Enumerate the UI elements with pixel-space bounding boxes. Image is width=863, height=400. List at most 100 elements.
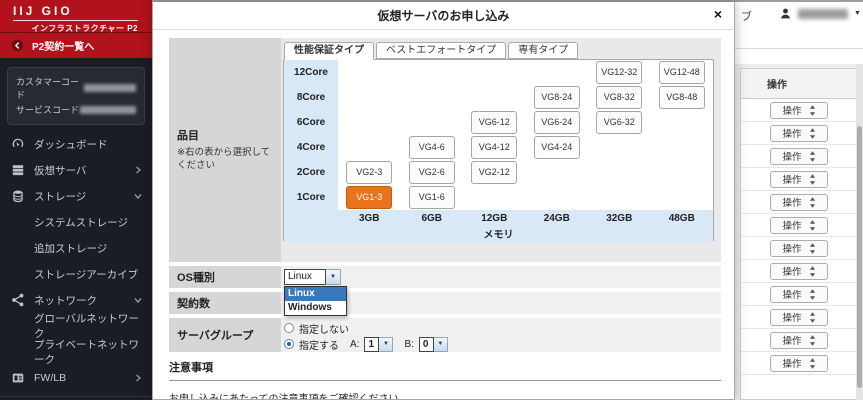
row-ops-button[interactable]: 操作	[770, 263, 828, 280]
chevron-right-icon	[134, 166, 142, 174]
sidebar-item-9[interactable]: FW/LB	[0, 365, 152, 391]
sidebar-item-0[interactable]: ダッシュボード	[0, 131, 152, 157]
server-group-label-cell: サーバグループ	[169, 318, 281, 352]
logo-subtitle: インフラストラクチャー P2	[13, 23, 138, 34]
contract-row-content	[281, 292, 721, 314]
plan-cell-vg1-3[interactable]: VG1-35,800円	[346, 186, 392, 209]
plan-cell-vg4-6[interactable]: VG4-618,100円	[409, 136, 455, 159]
notes-heading: 注意事項	[169, 359, 721, 381]
plan-cell-vg2-12[interactable]: VG2-1222,000円	[471, 161, 517, 184]
user-account-menu[interactable]: ▼	[779, 7, 861, 20]
row-ops-button[interactable]: 操作	[770, 148, 828, 165]
row-ops-button[interactable]: 操作	[770, 332, 828, 349]
plan-slot	[463, 85, 526, 110]
plan-type-tab-0[interactable]: 性能保証タイプ	[284, 42, 374, 60]
sidebar-item-8[interactable]: プライベートネットワーク	[0, 339, 152, 365]
chevron-right-icon	[134, 374, 142, 382]
group-a-value[interactable]: 1	[364, 337, 379, 352]
row-ops-button[interactable]: 操作	[770, 355, 828, 372]
os-dropdown-list: LinuxWindows	[284, 286, 347, 316]
page-scrollbar[interactable]	[856, 64, 863, 400]
plan-cell-vg12-48[interactable]: VG12-4868,000円	[659, 61, 705, 84]
plan-slot: VG8-2447,300円	[526, 85, 589, 110]
plan-cell-vg8-48[interactable]: VG8-4860,000円	[659, 86, 705, 109]
plan-cell-vg6-32[interactable]: VG6-3247,500円	[596, 111, 642, 134]
os-select[interactable]: Linux ▼ LinuxWindows	[284, 269, 341, 285]
radio-use-group[interactable]	[284, 339, 294, 349]
sort-updown-icon	[809, 358, 816, 369]
plan-cell-vg12-32[interactable]: VG12-3257,000円	[596, 61, 642, 84]
row-ops-button[interactable]: 操作	[770, 171, 828, 188]
plan-cell-vg8-24[interactable]: VG8-2447,300円	[534, 86, 580, 109]
plan-cell-vg2-6[interactable]: VG2-614,300円	[409, 161, 455, 184]
plan-slot: VG4-618,100円	[401, 135, 464, 160]
sidebar-item-label: ストレージアーカイブ	[34, 267, 138, 282]
memory-column-label: 48GB	[651, 213, 714, 224]
sidebar-item-1[interactable]: 仮想サーバ	[0, 157, 152, 183]
back-to-contract-list-link[interactable]: P2契約一覧へ	[0, 32, 152, 58]
row-ops-button[interactable]: 操作	[770, 102, 828, 119]
plan-slot: VG2-614,300円	[401, 160, 464, 185]
sidebar-item-7[interactable]: グローバルネットワーク	[0, 313, 152, 339]
plan-cell-vg1-6[interactable]: VG1-611,000円	[409, 186, 455, 209]
plan-type-tab-1[interactable]: ベストエフォートタイプ	[376, 42, 506, 59]
sidebar-item-label: システムストレージ	[34, 215, 128, 230]
row-ops-button[interactable]: 操作	[770, 286, 828, 303]
plan-slot	[338, 110, 401, 135]
memory-column-label: 24GB	[526, 213, 589, 224]
plan-slot: VG12-4868,000円	[651, 60, 714, 85]
os-select-value[interactable]: Linux	[284, 269, 326, 285]
logo-text: IIJ GIO	[13, 5, 138, 18]
user-icon	[779, 7, 792, 20]
group-b-value[interactable]: 0	[419, 337, 434, 352]
plan-slot: VG2-1222,000円	[463, 160, 526, 185]
scrollbar-thumb[interactable]	[857, 126, 862, 388]
item-note: ※右の表から選択してください	[177, 147, 273, 173]
sort-updown-icon	[809, 174, 816, 185]
os-option-windows[interactable]: Windows	[285, 301, 346, 315]
group-a-select[interactable]: 1 ▼	[364, 337, 393, 352]
plan-cell-vg4-12[interactable]: VG4-1225,800円	[471, 136, 517, 159]
sort-updown-icon	[809, 289, 816, 300]
caret-down-icon[interactable]: ▼	[434, 337, 448, 352]
plan-slot: VG6-2441,800円	[526, 110, 589, 135]
sidebar-item-3[interactable]: システムストレージ	[0, 209, 152, 235]
gauge-icon	[11, 137, 25, 151]
plan-cell-vg6-12[interactable]: VG6-1229,700円	[471, 111, 517, 134]
sidebar-item-5[interactable]: ストレージアーカイブ	[0, 261, 152, 287]
os-row: OS種別 Linux ▼ LinuxWindows	[169, 266, 721, 288]
plan-type-tab-2[interactable]: 専有タイプ	[508, 42, 578, 59]
radio-use-group-label: 指定する	[299, 337, 339, 352]
row-ops-button[interactable]: 操作	[770, 240, 828, 257]
os-option-linux[interactable]: Linux	[285, 287, 346, 301]
plan-slot: VG1-35,800円	[338, 185, 401, 210]
plan-cell-vg2-3[interactable]: VG2-38,500円	[346, 161, 392, 184]
plan-slot	[401, 85, 464, 110]
plan-cell-vg8-32[interactable]: VG8-3250,000円	[596, 86, 642, 109]
radio-no-group[interactable]	[284, 323, 294, 333]
plan-cell-vg6-24[interactable]: VG6-2441,800円	[534, 111, 580, 134]
group-b-select[interactable]: 0 ▼	[419, 337, 448, 352]
item-label: 品目	[177, 127, 273, 143]
server-group-content: 指定しない 指定する A: 1 ▼ B: 0 ▼	[281, 318, 721, 352]
sidebar-item-6[interactable]: ネットワーク	[0, 287, 152, 313]
plan-slot	[463, 60, 526, 85]
row-ops-button[interactable]: 操作	[770, 194, 828, 211]
row-ops-button[interactable]: 操作	[770, 217, 828, 234]
sidebar-item-4[interactable]: 追加ストレージ	[0, 235, 152, 261]
close-icon[interactable]: ×	[714, 7, 722, 21]
back-link-label: P2契約一覧へ	[32, 38, 94, 53]
help-link-partial[interactable]: ブ	[741, 8, 752, 24]
sidebar-item-2[interactable]: ストレージ	[0, 183, 152, 209]
sort-updown-icon	[809, 243, 816, 254]
item-row-label-cell: 品目 ※右の表から選択してください	[169, 38, 281, 262]
server-icon	[11, 163, 25, 177]
plan-type-tabs: 性能保証タイプベストエフォートタイプ専有タイプ	[284, 42, 716, 59]
row-ops-button[interactable]: 操作	[770, 309, 828, 326]
caret-down-icon[interactable]: ▼	[379, 337, 393, 352]
row-ops-button[interactable]: 操作	[770, 125, 828, 142]
plan-cell-vg4-24[interactable]: VG4-2438,500円	[534, 136, 580, 159]
caret-down-icon[interactable]: ▼	[326, 269, 341, 285]
group-a-label: A:	[350, 339, 359, 350]
plan-slot	[463, 185, 526, 210]
